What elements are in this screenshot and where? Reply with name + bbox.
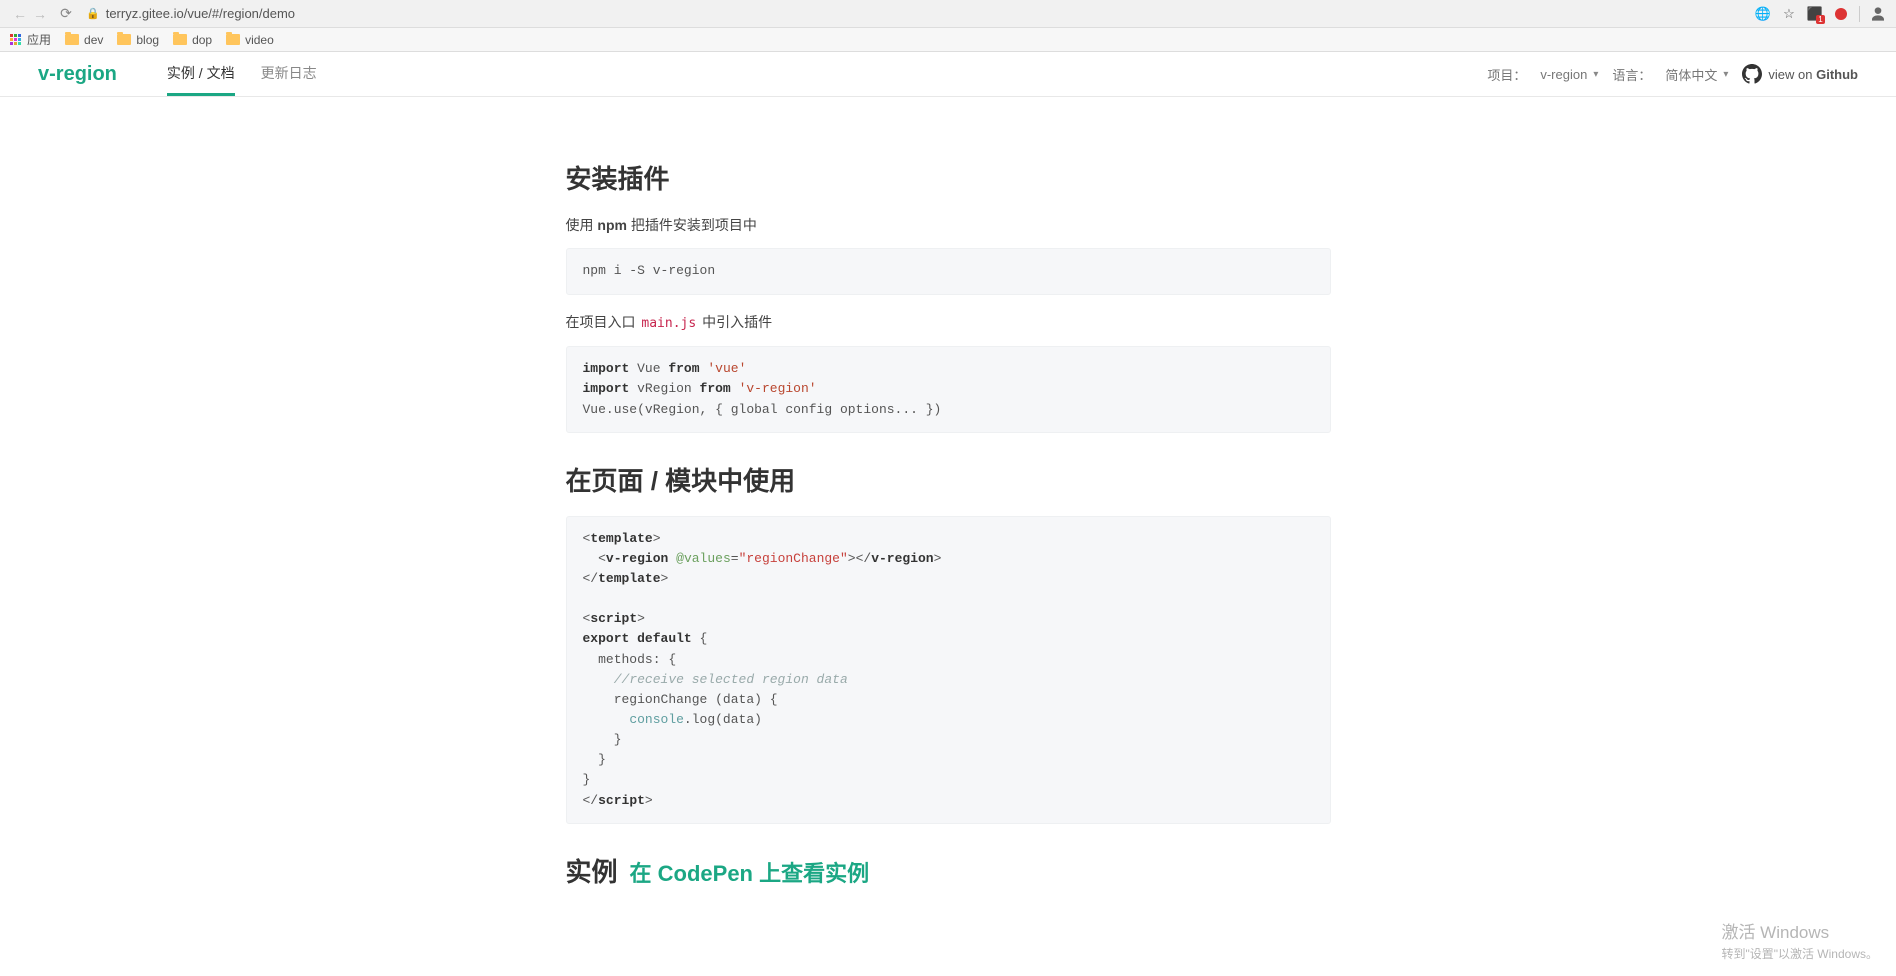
profile-icon[interactable] (1870, 6, 1886, 22)
brand-logo[interactable]: v-region (38, 63, 117, 86)
codepen-link[interactable]: 在 CodePen 上查看实例 (630, 856, 870, 888)
extension-icon[interactable]: ⬛1 (1807, 6, 1823, 22)
chevron-down-icon: ▾ (1593, 69, 1598, 80)
bookmarks-bar: 应用 dev blog dop video (0, 28, 1896, 52)
folder-icon (117, 34, 131, 45)
nav-tabs: 实例 / 文档 更新日志 (167, 52, 317, 96)
project-dropdown[interactable]: v-region ▾ (1540, 67, 1598, 82)
apps-label: 应用 (27, 31, 51, 48)
heading-install: 安装插件 (566, 159, 1331, 196)
tab-demo[interactable]: 实例 / 文档 (167, 52, 235, 96)
github-link[interactable]: view on Github (1742, 64, 1858, 84)
tab-changelog[interactable]: 更新日志 (261, 52, 317, 96)
browser-toolbar: ← → ⟳ 🔒 terryz.gitee.io/vue/#/region/dem… (0, 0, 1896, 28)
install-desc-2: 在项目入口 main.js 中引入插件 (566, 311, 1331, 335)
main-content: 安装插件 使用 npm 把插件安装到项目中 npm i -S v-region … (566, 97, 1331, 967)
bookmark-dop[interactable]: dop (173, 33, 212, 47)
apps-button[interactable]: 应用 (10, 31, 51, 48)
site-header: v-region 实例 / 文档 更新日志 项目： v-region ▾ 语言：… (0, 52, 1896, 97)
install-desc-1: 使用 npm 把插件安装到项目中 (566, 214, 1331, 236)
lang-label: 语言： (1612, 65, 1651, 84)
lang-dropdown[interactable]: 简体中文 ▾ (1665, 65, 1728, 84)
apps-icon (10, 34, 21, 45)
folder-icon (65, 34, 79, 45)
forward-button[interactable]: → (30, 6, 50, 22)
translate-icon[interactable]: 🌐 (1755, 6, 1771, 22)
code-usage: <template> <v-region @values="regionChan… (566, 516, 1331, 824)
back-button[interactable]: ← (10, 6, 30, 22)
bookmark-video[interactable]: video (226, 33, 274, 47)
record-icon[interactable] (1833, 6, 1849, 22)
chevron-down-icon: ▾ (1723, 69, 1728, 80)
reload-button[interactable]: ⟳ (56, 5, 76, 22)
project-label: 项目： (1487, 65, 1526, 84)
bookmark-dev[interactable]: dev (65, 33, 103, 47)
code-npm-install: npm i -S v-region (566, 248, 1331, 294)
heading-example: 实例 在 CodePen 上查看实例 (566, 852, 1331, 889)
folder-icon (226, 34, 240, 45)
address-bar[interactable]: terryz.gitee.io/vue/#/region/demo (106, 6, 1755, 21)
code-import: import Vue from 'vue' import vRegion fro… (566, 346, 1331, 432)
lock-icon: 🔒 (86, 7, 100, 20)
windows-watermark: 激活 Windows 转到"设置"以激活 Windows。 (1721, 918, 1878, 962)
divider (1859, 6, 1860, 22)
folder-icon (173, 34, 187, 45)
heading-usage: 在页面 / 模块中使用 (566, 461, 1331, 498)
star-icon[interactable]: ☆ (1781, 6, 1797, 22)
github-icon (1742, 64, 1762, 84)
bookmark-blog[interactable]: blog (117, 33, 159, 47)
